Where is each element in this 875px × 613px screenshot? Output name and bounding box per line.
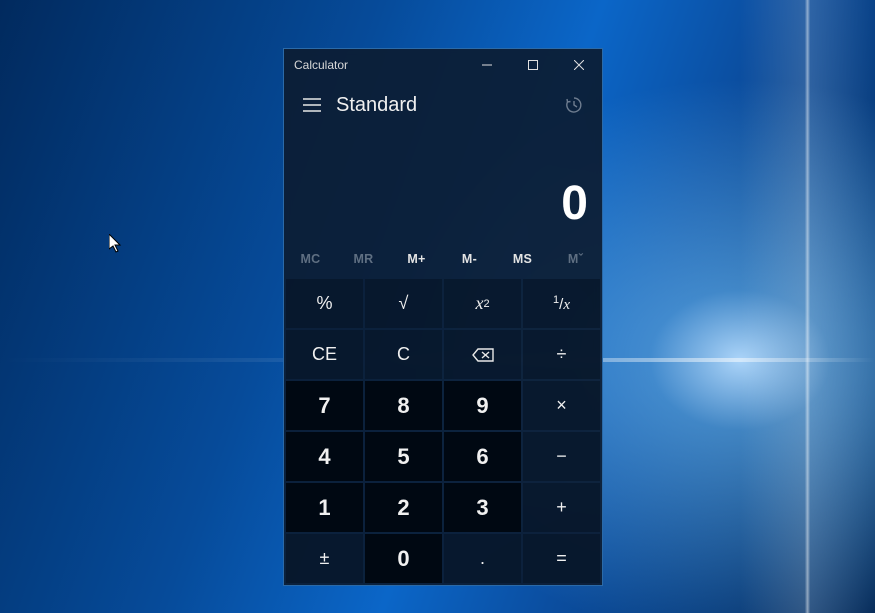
titlebar[interactable]: Calculator	[284, 49, 602, 81]
decimal-key[interactable]: .	[444, 534, 521, 583]
maximize-button[interactable]	[510, 49, 556, 81]
memory-subtract-button[interactable]: M-	[443, 241, 496, 277]
plus-key[interactable]: +	[523, 483, 600, 532]
negate-key[interactable]: ±	[286, 534, 363, 583]
memory-store-button[interactable]: MS	[496, 241, 549, 277]
history-icon[interactable]	[554, 85, 594, 125]
backspace-icon	[472, 348, 494, 362]
seven-key[interactable]: 7	[286, 381, 363, 430]
memory-recall-button[interactable]: MR	[337, 241, 390, 277]
percent-key[interactable]: %	[286, 279, 363, 328]
reciprocal-key[interactable]: 1/x	[523, 279, 600, 328]
memory-list-button[interactable]: Mˇ	[549, 241, 602, 277]
four-key[interactable]: 4	[286, 432, 363, 481]
square-sup: 2	[483, 298, 489, 310]
three-key[interactable]: 3	[444, 483, 521, 532]
close-button[interactable]	[556, 49, 602, 81]
memory-row: MC MR M+ M- MS Mˇ	[284, 241, 602, 277]
display-value: 0	[561, 176, 588, 231]
keypad: % √ x2 1/x CE C ÷ 7 8 9 × 4 5 6 − 1 2 3 …	[284, 277, 602, 585]
sqrt-key[interactable]: √	[365, 279, 442, 328]
five-key[interactable]: 5	[365, 432, 442, 481]
nine-key[interactable]: 9	[444, 381, 521, 430]
two-key[interactable]: 2	[365, 483, 442, 532]
result-display: 0	[284, 129, 602, 241]
backspace-key[interactable]	[444, 330, 521, 379]
square-x: x	[475, 293, 483, 314]
minus-key[interactable]: −	[523, 432, 600, 481]
window-title: Calculator	[294, 58, 348, 72]
memory-clear-button[interactable]: MC	[284, 241, 337, 277]
clear-entry-key[interactable]: CE	[286, 330, 363, 379]
reciprocal-x: x	[563, 297, 570, 313]
zero-key[interactable]: 0	[365, 534, 442, 583]
clear-key[interactable]: C	[365, 330, 442, 379]
multiply-key[interactable]: ×	[523, 381, 600, 430]
hamburger-icon[interactable]	[292, 85, 332, 125]
memory-add-button[interactable]: M+	[390, 241, 443, 277]
divide-key[interactable]: ÷	[523, 330, 600, 379]
equals-key[interactable]: =	[523, 534, 600, 583]
eight-key[interactable]: 8	[365, 381, 442, 430]
square-key[interactable]: x2	[444, 279, 521, 328]
minimize-button[interactable]	[464, 49, 510, 81]
calculator-window: Calculator Standard 0 MC MR M+ M- MS Mˇ …	[283, 48, 603, 586]
one-key[interactable]: 1	[286, 483, 363, 532]
six-key[interactable]: 6	[444, 432, 521, 481]
mode-title: Standard	[332, 94, 417, 117]
mode-row: Standard	[284, 81, 602, 129]
